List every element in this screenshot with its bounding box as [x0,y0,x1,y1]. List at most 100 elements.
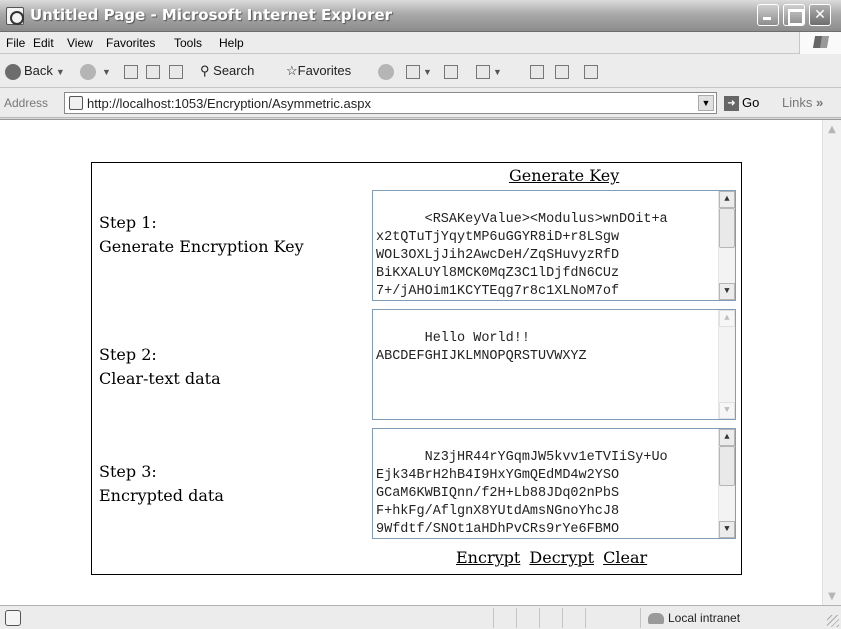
minimize-button[interactable] [757,4,779,26]
stop-button[interactable] [124,61,138,81]
zone-label: Local intranet [668,611,741,625]
word-icon [476,64,490,79]
status-divider [562,608,563,628]
go-arrow-icon: ➜ [724,96,739,112]
step1-title: Step 1: [99,213,157,232]
go-button[interactable]: ➜ Go [724,95,760,112]
messenger-button[interactable] [584,61,598,81]
generate-key-link[interactable]: Generate Key [509,166,619,185]
links-button[interactable]: Links » [782,95,823,110]
key-scrollbar[interactable]: ▲ ▼ [718,191,735,300]
step3-desc: Encrypted data [99,486,224,505]
scroll-down-icon[interactable]: ▼ [719,283,735,300]
scroll-up-icon: ▲ [719,310,735,327]
scroll-up-icon[interactable]: ▲ [719,191,735,208]
encrypted-textarea[interactable]: Nz3jHR44rYGqmJW5kvv1eTVIiSy+Uo Ejk34BrH2… [372,428,736,539]
address-dropdown-button[interactable]: ▼ [698,95,714,111]
chevron-down-icon: ▼ [493,67,502,77]
menu-help[interactable]: Help [219,36,244,50]
mail-button[interactable]: ▼ [406,61,432,81]
scroll-down-icon: ▼ [719,402,735,419]
refresh-icon [146,64,160,79]
print-icon [444,64,458,79]
clear-link[interactable]: Clear [603,548,647,567]
history-button[interactable] [378,61,397,81]
search-icon: ⚲ [200,63,210,78]
action-links: Encrypt Decrypt Clear [456,548,651,567]
star-icon: ☆ [286,63,298,78]
history-icon [378,63,394,80]
title-bar: Untitled Page - Microsoft Internet Explo… [0,0,841,32]
key-textarea[interactable]: <RSAKeyValue><Modulus>wnDOit+a x2tQTuTjY… [372,190,736,301]
favorites-button[interactable]: ☆Favorites [286,61,351,81]
internet-explorer-icon [6,7,24,25]
forward-button[interactable]: ▼ [80,61,111,81]
page-status-icon [5,610,21,626]
back-arrow-icon [5,63,21,80]
menu-file[interactable]: File [6,36,25,50]
clear-text: Hello World!! ABCDEFGHIJKLMNOPQRSTUVWXYZ [376,331,587,364]
menu-edit[interactable]: Edit [33,36,54,50]
key-text: <RSAKeyValue><Modulus>wnDOit+a x2tQTuTjY… [376,212,668,299]
status-divider [539,608,540,628]
step2-desc: Clear-text data [99,369,221,388]
menu-view[interactable]: View [67,36,93,50]
clear-text-textarea[interactable]: Hello World!! ABCDEFGHIJKLMNOPQRSTUVWXYZ… [372,309,736,420]
page-icon [69,96,83,110]
discuss-button[interactable] [530,61,544,81]
discuss-icon [530,64,544,79]
status-divider [516,608,517,628]
scroll-up-icon[interactable]: ▲ [824,121,840,138]
step2-label: Step 2: Clear-text data [99,343,221,391]
page-scrollbar[interactable]: ▲ ▼ [822,120,841,606]
decrypt-link[interactable]: Decrypt [529,548,594,567]
windows-flag-icon [799,32,841,54]
close-button[interactable]: ✕ [809,4,831,26]
home-icon [169,64,183,79]
scroll-thumb[interactable] [719,446,735,486]
status-divider [585,608,586,628]
research-icon [555,64,569,79]
toolbar: Back ▼ ▼ ⚲ Search ☆Favorites ▼ ▼ [0,54,841,88]
security-zone: Local intranet [648,611,740,625]
address-url: http://localhost:1053/Encryption/Asymmet… [87,96,371,111]
research-button[interactable] [555,61,569,81]
encryption-form-table: Generate Key Step 1: Generate Encryption… [91,162,742,575]
step3-label: Step 3: Encrypted data [99,460,224,508]
links-label: Links [782,95,813,110]
page-viewport: Generate Key Step 1: Generate Encryption… [0,119,841,606]
maximize-button[interactable] [783,4,805,26]
chevron-down-icon: ▼ [423,67,432,77]
clear-text-scrollbar: ▲ ▼ [718,310,735,419]
back-button[interactable]: Back ▼ [5,61,65,81]
search-label: Search [213,63,255,78]
scroll-thumb[interactable] [719,208,735,248]
menu-favorites[interactable]: Favorites [106,36,155,50]
address-bar: Address http://localhost:1053/Encryption… [0,88,841,118]
back-label: Back [24,63,53,78]
stop-icon [124,64,138,79]
status-bar: Local intranet [0,605,841,629]
favorites-label: Favorites [297,63,352,78]
address-input[interactable]: http://localhost:1053/Encryption/Asymmet… [64,92,717,114]
step3-title: Step 3: [99,462,157,481]
encrypted-text: Nz3jHR44rYGqmJW5kvv1eTVIiSy+Uo Ejk34BrH2… [376,450,668,537]
print-button[interactable] [444,61,458,81]
encrypt-link[interactable]: Encrypt [456,548,520,567]
step2-title: Step 2: [99,345,157,364]
encrypted-scrollbar[interactable]: ▲ ▼ [718,429,735,538]
messenger-icon [584,64,598,79]
scroll-down-icon[interactable]: ▼ [824,588,840,605]
resize-grip-icon[interactable] [827,615,839,627]
menu-bar: File Edit View Favorites Tools Help [0,32,841,54]
search-button[interactable]: ⚲ Search [200,61,254,81]
status-divider [640,608,641,628]
home-button[interactable] [169,61,183,81]
menu-tools[interactable]: Tools [174,36,202,50]
scroll-up-icon[interactable]: ▲ [719,429,735,446]
edit-button[interactable]: ▼ [476,61,502,81]
window-title: Untitled Page - Microsoft Internet Explo… [30,6,393,24]
scroll-down-icon[interactable]: ▼ [719,521,735,538]
refresh-button[interactable] [146,61,160,81]
go-label: Go [742,95,760,110]
